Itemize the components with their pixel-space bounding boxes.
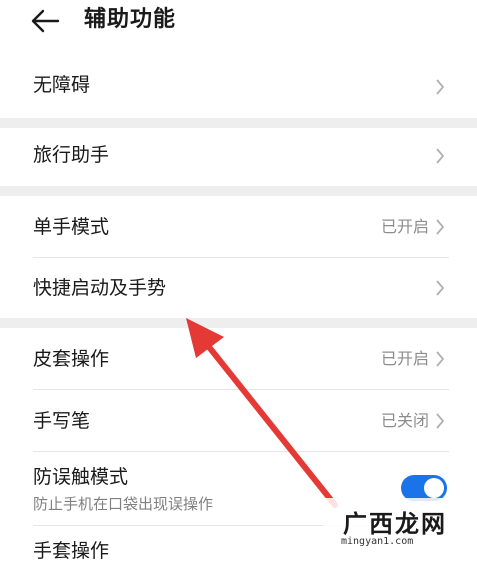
chevron-right-icon — [436, 219, 445, 235]
status-text: 已开启 — [380, 217, 429, 236]
row-label: 皮套操作 — [33, 348, 110, 370]
app-header: 辅助功能 — [0, 0, 477, 52]
chevron-right-icon — [436, 413, 445, 429]
back-arrow-icon[interactable] — [30, 8, 60, 34]
settings-row-travel-assistant[interactable]: 旅行助手 — [0, 128, 477, 184]
toggle-knob — [424, 478, 444, 498]
section-separator — [0, 186, 477, 196]
section-separator — [0, 118, 477, 128]
chevron-right-icon — [436, 79, 445, 95]
settings-row-one-hand-mode[interactable]: 单手模式 已开启 — [0, 196, 477, 256]
status-text: 已开启 — [380, 349, 429, 368]
row-label: 手套操作 — [33, 540, 110, 562]
row-label: 单手模式 — [33, 216, 110, 238]
settings-row-quick-launch[interactable]: 快捷启动及手势 — [0, 258, 477, 318]
status-text: 已关闭 — [380, 411, 429, 430]
chevron-right-icon — [436, 351, 445, 367]
settings-row-accessibility[interactable]: 无障碍 — [0, 58, 477, 116]
row-label: 快捷启动及手势 — [33, 277, 167, 299]
watermark-title: 广西龙网 — [343, 510, 447, 538]
watermark: 广西龙网 mingyan1.com — [323, 498, 473, 558]
chevron-right-icon — [436, 148, 445, 164]
row-label: 无障碍 — [33, 74, 91, 96]
row-subtitle: 防止手机在口袋出现误操作 — [33, 495, 214, 513]
page-title: 辅助功能 — [84, 7, 177, 32]
row-label: 旅行助手 — [33, 144, 110, 166]
chevron-right-icon — [436, 280, 445, 296]
row-label: 手写笔 — [33, 410, 91, 432]
section-separator — [0, 318, 477, 328]
settings-row-cover-operation[interactable]: 皮套操作 已开启 — [0, 328, 477, 388]
settings-row-stylus[interactable]: 手写笔 已关闭 — [0, 390, 477, 450]
row-label: 防误触模式 — [33, 466, 129, 488]
watermark-url: mingyan1.com — [341, 536, 414, 547]
